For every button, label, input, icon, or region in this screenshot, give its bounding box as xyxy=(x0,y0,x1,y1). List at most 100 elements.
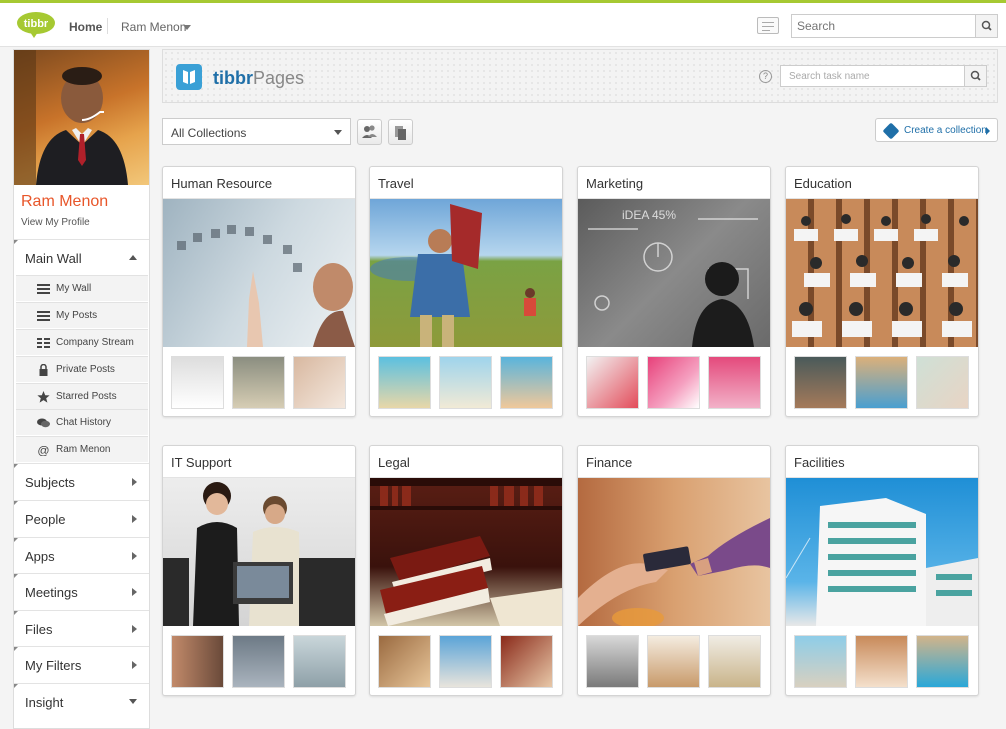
collection-thumbnail[interactable] xyxy=(378,635,431,688)
collection-thumbnail[interactable] xyxy=(293,635,346,688)
chevron-down-icon[interactable] xyxy=(183,25,191,30)
view-profile-link[interactable]: View My Profile xyxy=(21,217,90,228)
collection-card[interactable]: IT Support xyxy=(162,445,356,696)
copy-button[interactable] xyxy=(388,119,413,145)
collection-thumbnail[interactable] xyxy=(647,635,700,688)
menu-label: People xyxy=(25,512,66,527)
collection-thumbnail[interactable] xyxy=(171,635,224,688)
sidebar-item-mentions[interactable]: @ Ram Menon xyxy=(16,436,148,462)
menu-subjects[interactable]: Subjects xyxy=(14,463,149,499)
collection-card[interactable]: Finance xyxy=(577,445,771,696)
collection-hero-image[interactable] xyxy=(578,478,770,628)
star-icon xyxy=(37,391,50,403)
nav-home-link[interactable]: Home xyxy=(69,20,102,34)
collection-thumbnail[interactable] xyxy=(378,356,431,409)
collection-thumbnail[interactable] xyxy=(586,635,639,688)
collection-hero-image[interactable] xyxy=(163,478,355,626)
collection-thumbnail[interactable] xyxy=(293,356,346,409)
chevron-right-icon xyxy=(132,588,137,596)
collection-hero-image[interactable] xyxy=(370,199,562,347)
menu-insight[interactable]: Insight xyxy=(14,683,149,719)
collection-card[interactable]: Human Resource xyxy=(162,166,356,417)
collection-thumbnail[interactable] xyxy=(439,356,492,409)
global-search-box xyxy=(791,14,998,38)
collection-thumbnail[interactable] xyxy=(647,356,700,409)
menu-main-wall[interactable]: Main Wall xyxy=(14,239,149,275)
nav-user-menu[interactable]: Ram Menon xyxy=(121,20,186,34)
menu-label: Insight xyxy=(25,695,64,710)
collection-title: Travel xyxy=(370,167,562,199)
collection-card[interactable]: Travel xyxy=(369,166,563,417)
collection-card[interactable]: Facilities xyxy=(785,445,979,696)
people-filter-button[interactable] xyxy=(357,119,382,145)
collection-thumbnail[interactable] xyxy=(855,635,908,688)
collections-select-value: All Collections xyxy=(171,126,247,140)
chevron-down-icon xyxy=(129,699,137,704)
collection-thumbnail[interactable] xyxy=(708,356,761,409)
notifications-icon[interactable] xyxy=(757,17,779,34)
collection-thumbnail[interactable] xyxy=(708,635,761,688)
collection-thumbnail[interactable] xyxy=(916,635,969,688)
collection-thumbnail[interactable] xyxy=(439,635,492,688)
task-search-input[interactable] xyxy=(781,66,961,87)
tag-icon xyxy=(882,122,900,140)
svg-text:iDEA 45%: iDEA 45% xyxy=(622,208,676,222)
menu-label: Files xyxy=(25,622,53,637)
list-icon xyxy=(37,311,50,321)
collection-hero-image[interactable] xyxy=(786,199,978,347)
sidebar-item-chat-history[interactable]: Chat History xyxy=(16,409,148,435)
collection-hero-image[interactable] xyxy=(163,199,355,347)
sidebar-item-my-posts[interactable]: My Posts xyxy=(16,302,148,328)
global-search-input[interactable] xyxy=(792,15,972,37)
tibbr-logo[interactable]: tibbr xyxy=(16,11,56,39)
sidebar-item-my-wall[interactable]: My Wall xyxy=(16,275,148,301)
create-collection-button[interactable]: Create a collection xyxy=(875,118,998,142)
pages-title: tibbrPages xyxy=(213,68,304,89)
sidebar-item-label: Private Posts xyxy=(56,364,115,375)
sidebar-item-starred-posts[interactable]: Starred Posts xyxy=(16,383,148,409)
collections-select[interactable]: All Collections xyxy=(162,118,351,145)
profile-name[interactable]: Ram Menon xyxy=(21,193,108,211)
sidebar-item-company-stream[interactable]: Company Stream xyxy=(16,329,148,355)
chevron-right-icon xyxy=(132,478,137,486)
collection-hero-image[interactable] xyxy=(786,478,978,626)
collection-thumbnail[interactable] xyxy=(500,635,553,688)
help-icon[interactable]: ? xyxy=(759,70,772,83)
collection-thumbnail[interactable] xyxy=(916,356,969,409)
collection-card[interactable]: Marketing iDEA 45% xyxy=(577,166,771,417)
collection-card[interactable]: Legal xyxy=(369,445,563,696)
search-icon xyxy=(981,20,992,31)
search-icon xyxy=(970,70,981,81)
collection-thumbnail[interactable] xyxy=(232,635,285,688)
chevron-down-icon xyxy=(334,130,342,135)
menu-label: My Filters xyxy=(25,658,82,673)
menu-apps[interactable]: Apps xyxy=(14,537,149,573)
collection-title: Human Resource xyxy=(163,167,355,199)
collection-card[interactable]: Education xyxy=(785,166,979,417)
collection-title: Marketing xyxy=(578,167,770,199)
lock-icon xyxy=(39,364,48,376)
global-search-button[interactable] xyxy=(975,15,997,37)
sidebar-item-label: Starred Posts xyxy=(56,391,117,402)
nav-divider xyxy=(107,18,108,34)
collection-thumbnail[interactable] xyxy=(794,356,847,409)
task-search-button[interactable] xyxy=(964,66,986,86)
collection-hero-image[interactable] xyxy=(370,478,562,626)
collection-thumbnail[interactable] xyxy=(232,356,285,409)
menu-label: Meetings xyxy=(25,585,78,600)
sidebar-item-private-posts[interactable]: Private Posts xyxy=(16,356,148,382)
menu-people[interactable]: People xyxy=(14,500,149,536)
copy-icon xyxy=(395,126,406,140)
collection-thumbnail[interactable] xyxy=(500,356,553,409)
collection-thumbnail[interactable] xyxy=(855,356,908,409)
profile-photo[interactable] xyxy=(14,50,149,185)
menu-meetings[interactable]: Meetings xyxy=(14,573,149,609)
pages-header: tibbrPages ? xyxy=(162,49,998,103)
collection-thumbnail[interactable] xyxy=(171,356,224,409)
chevron-right-icon xyxy=(132,661,137,669)
menu-files[interactable]: Files xyxy=(14,610,149,646)
collection-hero-image[interactable]: iDEA 45% xyxy=(578,199,770,347)
menu-my-filters[interactable]: My Filters xyxy=(14,646,149,682)
collection-thumbnail[interactable] xyxy=(794,635,847,688)
collection-thumbnail[interactable] xyxy=(586,356,639,409)
